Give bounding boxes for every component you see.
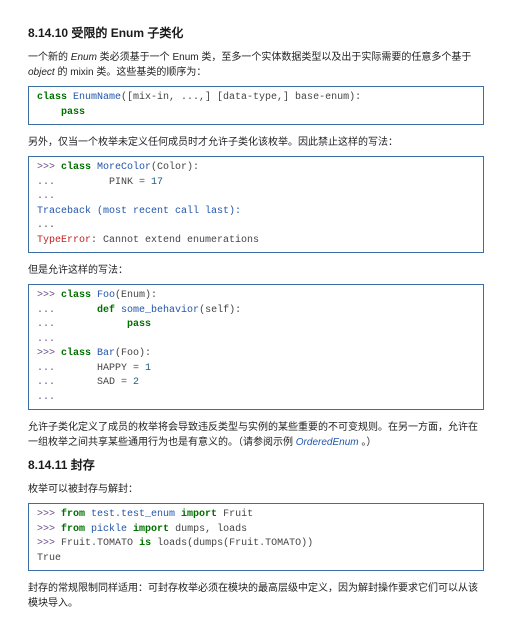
traceback-line: Traceback (most recent call last): [37,206,241,217]
code-block-4: >>> from test.test_enum import Fruit >>>… [28,503,484,571]
italic-object: object [28,67,55,78]
text: 一个新的 [28,52,71,63]
section-heading-1: 8.14.10 受限的 Enum 子类化 [28,24,484,42]
text: 允许子类化定义了成员的枚举将会导致违反类型与实例的某些重要的不可变规则。在另一方… [28,422,478,448]
code-text: SAD [61,377,121,388]
kw-pass: pass [127,319,151,330]
code-block-2: >>> class MoreColor(Color): ... PINK = 1… [28,156,484,253]
code-text: ([mix-in, ...,] [data-type,] base-enum): [121,92,361,103]
cont-prompt: ... [37,319,61,330]
code-text: TOMATO [97,538,139,549]
prompt: >>> [37,348,61,359]
kw-import: import [181,509,217,520]
code-text: (Foo): [115,348,151,359]
para-5: 枚举可以被封存与解封： [28,482,484,497]
code-text: Fruit [217,509,253,520]
kw-pass: pass [37,107,85,118]
cont-prompt: ... [37,334,61,345]
link-orderedenum[interactable]: OrderedEnum [296,437,359,448]
kw-class: class [61,290,91,301]
module-name: pickle [85,524,133,535]
class-name: MoreColor [91,162,151,173]
prompt: >>> [37,162,61,173]
text: 的 mixin 类。这些基类的顺序为： [55,67,207,78]
prompt: >>> [37,538,61,549]
italic-enum: Enum [71,52,97,63]
output-true: True [37,553,61,564]
code-text: dumps, loads [169,524,247,535]
error-type: TypeError [37,235,91,246]
num-literal: 2 [127,377,139,388]
prompt: >>> [37,509,61,520]
para-1: 一个新的 Enum 类必须基于一个 Enum 类，至多一个实体数据类型以及出于实… [28,50,484,80]
code-text: loads(dumps(Fruit [151,538,259,549]
code-text: (Color): [151,162,199,173]
cont-prompt: ... [37,191,61,202]
prompt: >>> [37,290,61,301]
kw-class: class [61,348,91,359]
kw-class: class [61,162,91,173]
code-text: PINK [61,177,139,188]
code-block-3: >>> class Foo(Enum): ... def some_behavi… [28,284,484,410]
section-heading-2: 8.14.11 封存 [28,456,484,474]
cont-prompt: ... [37,363,61,374]
kw-from: from [61,524,85,535]
cont-prompt: ... [37,392,61,403]
text: 类必须基于一个 Enum 类，至多一个实体数据类型以及出于实际需要的任意多个基于 [97,52,471,63]
class-name: Bar [91,348,115,359]
kw-import: import [133,524,169,535]
para-4: 允许子类化定义了成员的枚举将会导致违反类型与实例的某些重要的不可变规则。在另一方… [28,420,484,450]
error-msg: : Cannot extend enumerations [91,235,259,246]
cont-prompt: ... [37,177,61,188]
num-literal: 1 [139,363,151,374]
code-block-1: class EnumName([mix-in, ...,] [data-type… [28,86,484,125]
traceback-dots: ... [37,220,55,231]
cont-prompt: ... [37,377,61,388]
code-text: (Enum): [115,290,157,301]
kw-def: def [97,305,115,316]
code-text: HAPPY [61,363,133,374]
module-name: test.test_enum [85,509,181,520]
text: 。） [359,437,377,448]
kw-is: is [139,538,151,549]
code-text: (self): [199,305,241,316]
prompt: >>> [37,524,61,535]
func-name: some_behavior [115,305,199,316]
num-literal: 17 [145,177,163,188]
cont-prompt: ... [37,305,61,316]
para-3: 但是允许这样的写法： [28,263,484,278]
kw-from: from [61,509,85,520]
para-2: 另外，仅当一个枚举未定义任何成员时才允许子类化该枚举。因此禁止这样的写法： [28,135,484,150]
class-name: EnumName [67,92,121,103]
kw-class: class [37,92,67,103]
code-text: Fruit [61,538,91,549]
code-text: TOMATO)) [265,538,313,549]
para-6: 封存的常规限制同样适用：可封存枚举必须在模块的最高层级中定义，因为解封操作要求它… [28,581,484,611]
class-name: Foo [91,290,115,301]
